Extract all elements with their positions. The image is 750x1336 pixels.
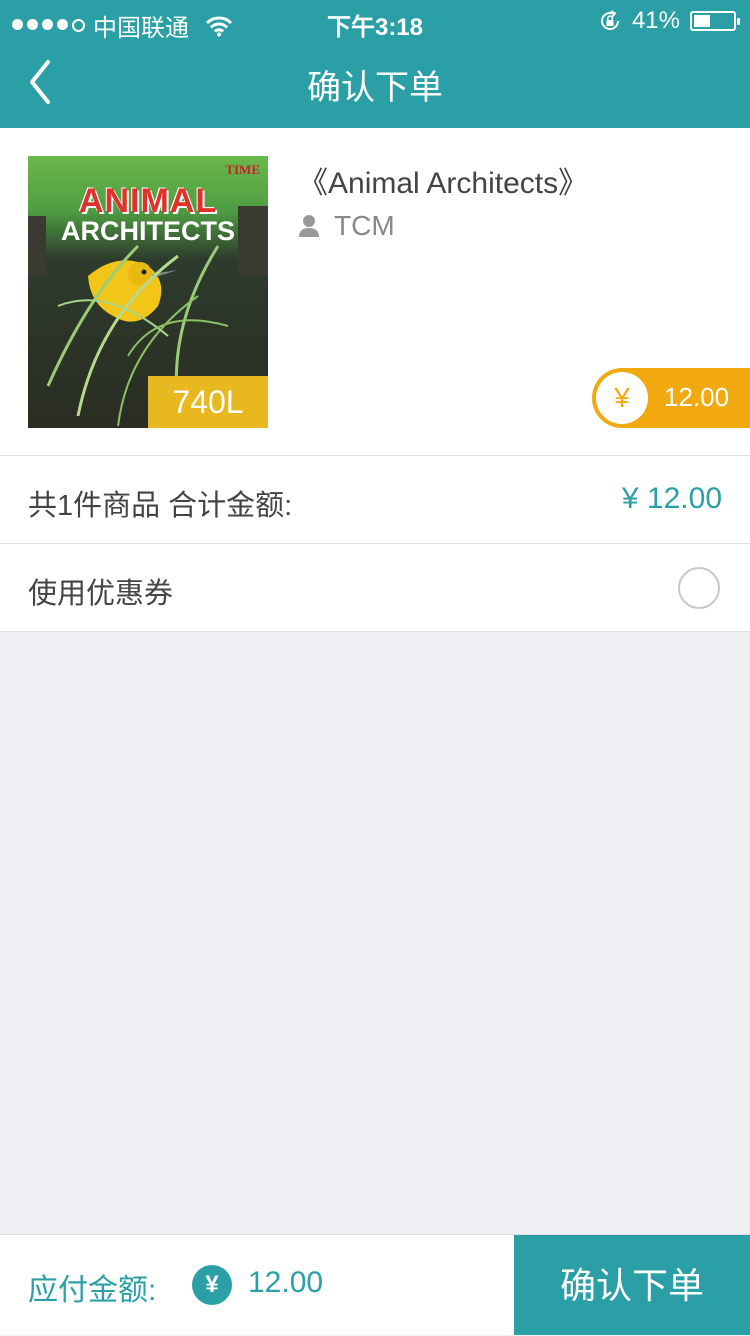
confirm-order-button[interactable]: 确认下单 (514, 1235, 750, 1335)
battery-percent: 41% (631, 7, 680, 34)
payable-label: 应付金额: (28, 1274, 157, 1307)
yen-icon: ¥ (596, 372, 648, 424)
person-icon (299, 215, 319, 237)
nav-bar: 确认下单 (0, 40, 750, 128)
footer-bar: 应付金额: ¥ 12.00 确认下单 (0, 1234, 750, 1335)
header: 中国联通 下午3:18 41% 确认下单 (0, 0, 750, 128)
price-badge: ¥ 12.00 (592, 368, 750, 428)
summary-label: 共1件商品 合计金额: (28, 490, 293, 522)
payable-amount: 12.00 (248, 1266, 324, 1299)
status-bar: 中国联通 下午3:18 41% (0, 0, 750, 42)
order-summary-row: 共1件商品 合计金额: ¥ 12.00 (0, 456, 750, 544)
coupon-radio[interactable] (678, 567, 720, 609)
coupon-row[interactable]: 使用优惠券 (0, 544, 750, 632)
author-row: TCM (298, 210, 395, 242)
price-value: 12.00 (664, 382, 730, 412)
level-badge: 740L (148, 376, 268, 428)
author-name: TCM (334, 210, 395, 241)
book-cover[interactable]: TIME ANIMAL ARCHITECTS 740L (28, 156, 268, 428)
page-title: 确认下单 (307, 69, 443, 107)
product-card: TIME ANIMAL ARCHITECTS 740L 《Animal Arch… (0, 128, 750, 456)
cover-brand: TIME (225, 162, 260, 177)
coupon-label: 使用优惠券 (28, 578, 174, 610)
summary-amount: ¥ 12.00 (621, 482, 722, 515)
book-title: 《Animal Architects》 (298, 167, 589, 200)
status-right: 41% (598, 7, 740, 35)
rotation-lock-icon (600, 10, 619, 30)
yen-icon: ¥ (192, 1265, 232, 1305)
battery-icon (690, 11, 740, 31)
cover-title-line2: ARCHITECTS (61, 216, 235, 246)
